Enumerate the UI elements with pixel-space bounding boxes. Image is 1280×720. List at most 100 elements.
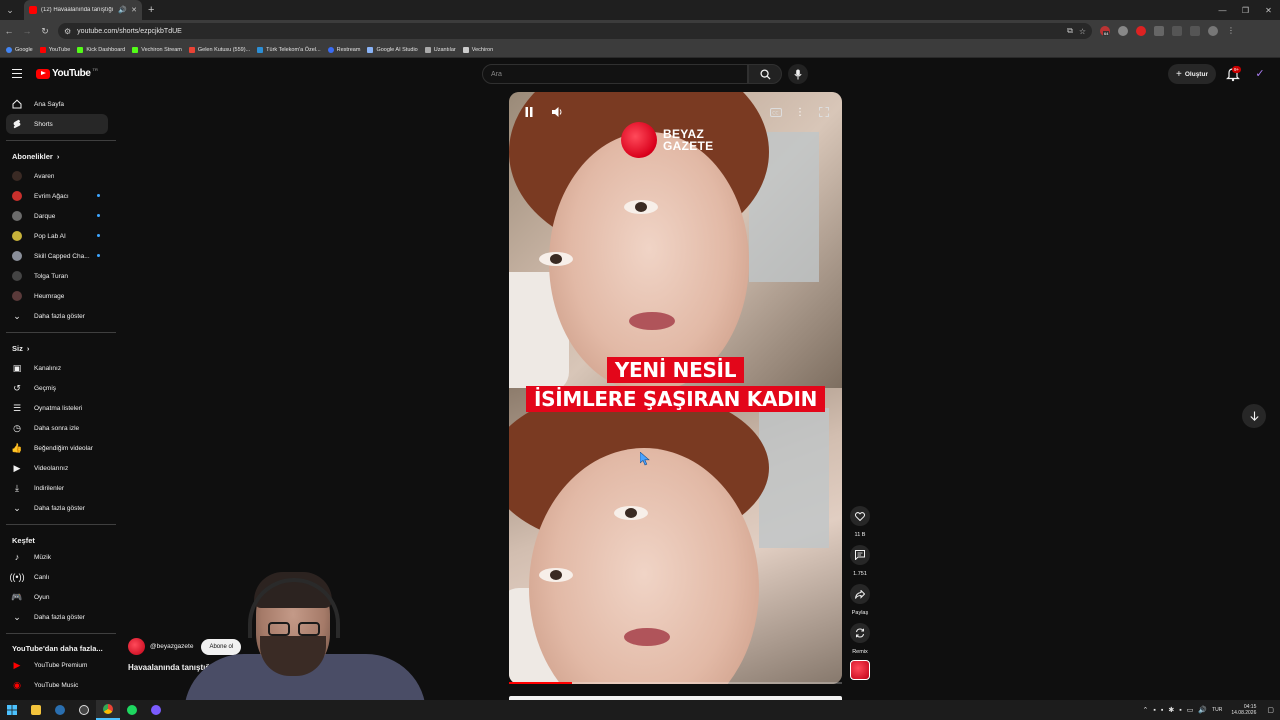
search-button[interactable] bbox=[748, 64, 782, 84]
sidebar-item-subscription[interactable]: Tolga Turan bbox=[6, 266, 108, 286]
more-options-button[interactable]: ⋮ bbox=[790, 102, 810, 122]
browser-tab-active[interactable]: (12) Havaalanında tanıştığı 🔊 ✕ bbox=[24, 0, 142, 20]
sidebar-item-watch-later[interactable]: ◷ Daha sonra izle bbox=[6, 418, 108, 438]
bookmark-youtube[interactable]: YouTube bbox=[39, 46, 70, 53]
bookmark-gmail[interactable]: Gelen Kutusu (559)... bbox=[188, 46, 250, 53]
tab-close-icon[interactable]: ✕ bbox=[131, 6, 137, 14]
comments-button[interactable] bbox=[850, 545, 870, 565]
reload-button[interactable]: ↻ bbox=[36, 20, 54, 42]
account-avatar[interactable]: ✓ bbox=[1253, 66, 1267, 80]
bookmark-restream[interactable]: Restream bbox=[327, 46, 360, 53]
share-button[interactable] bbox=[850, 584, 870, 604]
next-short-button[interactable] bbox=[1242, 404, 1266, 428]
browser-menu-icon[interactable]: ⋮ bbox=[1226, 26, 1236, 36]
sidebar-item-subscription[interactable]: Avaren bbox=[6, 166, 108, 186]
create-button[interactable]: + Oluştur bbox=[1168, 64, 1216, 84]
taskbar-chrome[interactable] bbox=[96, 700, 120, 720]
minimize-button[interactable]: — bbox=[1211, 0, 1234, 20]
tray-app-icon[interactable]: ▪ bbox=[1161, 707, 1163, 714]
forward-button[interactable]: → bbox=[18, 20, 36, 42]
taskbar-steam[interactable] bbox=[48, 700, 72, 720]
sidebar-item-subscription[interactable]: Darque bbox=[6, 206, 108, 226]
sidebar-item-subscription[interactable]: Evrim Ağacı bbox=[6, 186, 108, 206]
start-button[interactable] bbox=[0, 700, 24, 720]
menu-hamburger-icon[interactable] bbox=[12, 69, 22, 80]
sidebar-item-home[interactable]: Ana Sayfa bbox=[6, 94, 108, 114]
site-info-icon[interactable]: ⚙ bbox=[64, 27, 71, 36]
like-button[interactable] bbox=[850, 506, 870, 526]
new-tab-button[interactable]: + bbox=[148, 4, 154, 16]
background-window bbox=[759, 408, 829, 548]
bookmark-extensions[interactable]: Uzantılar bbox=[424, 46, 456, 53]
channel-avatar[interactable] bbox=[128, 638, 145, 655]
taskbar-app[interactable] bbox=[144, 700, 168, 720]
sidebar-show-more-subscriptions[interactable]: ⌄ Daha fazla göster bbox=[6, 306, 108, 326]
install-app-icon[interactable]: ⧉ bbox=[1067, 26, 1073, 36]
address-bar[interactable]: ⚙ youtube.com/shorts/ezpcjkbTdUE ⧉ ☆ bbox=[58, 23, 1092, 39]
extensions-puzzle-icon[interactable] bbox=[1154, 26, 1164, 36]
pause-button[interactable] bbox=[519, 102, 539, 122]
sidebar-item-youtube-premium[interactable]: ▶ YouTube Premium bbox=[6, 655, 108, 675]
arrow-down-icon bbox=[1249, 411, 1259, 421]
bookmark-turk-telekom[interactable]: Türk Telekom'a Özel... bbox=[257, 46, 321, 53]
sidebar-item-subscription[interactable]: Skill Capped Cha... bbox=[6, 246, 108, 266]
bookmark-google[interactable]: Google bbox=[6, 46, 33, 53]
captions-button[interactable]: CC bbox=[766, 102, 786, 122]
tab-audio-icon[interactable]: 🔊 bbox=[118, 6, 127, 14]
tray-network-icon[interactable]: ▭ bbox=[1187, 706, 1194, 714]
bookmark-vechiron[interactable]: Vechiron bbox=[462, 46, 493, 53]
sidebar-show-more-explore[interactable]: ⌄ Daha fazla göster bbox=[6, 607, 108, 627]
youtube-logo[interactable]: YouTube TR bbox=[36, 67, 98, 79]
shorts-video-player[interactable]: BEYAZ GAZETE YENİ NESİL İSİMLERE ŞAŞIRAN … bbox=[509, 92, 842, 684]
sidebar-item-youtube-music[interactable]: ◉ YouTube Music bbox=[6, 675, 108, 695]
subscriptions-heading[interactable]: Abonelikler › bbox=[12, 152, 59, 161]
tray-app-icon[interactable]: ▪ bbox=[1179, 707, 1181, 714]
sidebar-item-your-channel[interactable]: ▣ Kanalınız bbox=[6, 358, 108, 378]
close-window-button[interactable]: ✕ bbox=[1257, 0, 1280, 20]
tray-volume-icon[interactable]: 🔊 bbox=[1198, 706, 1207, 714]
bookmark-kick[interactable]: Kick Dashboard bbox=[77, 46, 125, 53]
video-progress-bar[interactable] bbox=[509, 682, 842, 684]
volume-button[interactable] bbox=[547, 102, 567, 122]
notification-center-icon[interactable]: ▢ bbox=[1267, 706, 1274, 714]
search-input[interactable] bbox=[491, 70, 747, 78]
extension-icon[interactable]: 64 bbox=[1100, 26, 1110, 36]
maximize-button[interactable]: ❐ bbox=[1234, 0, 1257, 20]
sidebar-item-live[interactable]: ((•)) Canlı bbox=[6, 567, 108, 587]
tab-search-icon[interactable] bbox=[1172, 26, 1182, 36]
divider bbox=[6, 633, 116, 634]
download-icon[interactable] bbox=[1190, 26, 1200, 36]
sidebar-item-liked-videos[interactable]: 👍 Beğendiğim videolar bbox=[6, 438, 108, 458]
sidebar-item-subscription[interactable]: Pop Lab AI bbox=[6, 226, 108, 246]
audio-source-thumbnail[interactable] bbox=[850, 660, 870, 680]
sidebar-show-more-you[interactable]: ⌄ Daha fazla göster bbox=[6, 498, 108, 518]
sidebar-item-shorts[interactable]: Shorts bbox=[6, 114, 108, 134]
sidebar-item-playlists[interactable]: ☰ Oynatma listeleri bbox=[6, 398, 108, 418]
sidebar-item-music[interactable]: ♪ Müzik bbox=[6, 547, 108, 567]
bookmark-ai-studio[interactable]: Google AI Studio bbox=[367, 46, 418, 53]
sidebar-item-subscription[interactable]: Heumrage bbox=[6, 286, 108, 306]
bookmark-star-icon[interactable]: ☆ bbox=[1079, 27, 1086, 36]
taskbar-obs[interactable] bbox=[72, 700, 96, 720]
profile-avatar-icon[interactable] bbox=[1208, 26, 1218, 36]
tray-overflow-icon[interactable]: ⌃ bbox=[1143, 706, 1149, 714]
you-heading[interactable]: Siz › bbox=[12, 344, 29, 353]
sidebar-item-history[interactable]: ↺ Geçmiş bbox=[6, 378, 108, 398]
remix-button[interactable] bbox=[850, 623, 870, 643]
tray-bluetooth-icon[interactable]: ✱ bbox=[1168, 706, 1174, 714]
taskbar-clock[interactable]: 04:15 14.08.2026 bbox=[1231, 704, 1256, 716]
extension-icon[interactable] bbox=[1136, 26, 1146, 36]
tab-list-button[interactable]: ⌄ bbox=[0, 0, 20, 20]
tray-app-icon[interactable]: ▪ bbox=[1153, 707, 1155, 714]
taskbar-file-explorer[interactable] bbox=[24, 700, 48, 720]
voice-search-button[interactable] bbox=[788, 64, 808, 84]
fullscreen-button[interactable] bbox=[814, 102, 834, 122]
sidebar-item-your-videos[interactable]: ▶ Videolarınız bbox=[6, 458, 108, 478]
extension-icon[interactable] bbox=[1118, 26, 1128, 36]
input-language[interactable]: TUR bbox=[1212, 707, 1222, 713]
sidebar-item-downloads[interactable]: ⤓ İndirilenler bbox=[6, 478, 108, 498]
sidebar-item-gaming[interactable]: 🎮 Oyun bbox=[6, 587, 108, 607]
taskbar-spotify[interactable] bbox=[120, 700, 144, 720]
back-button[interactable]: ← bbox=[0, 20, 18, 42]
bookmark-kick-stream[interactable]: Vechiron Stream bbox=[132, 46, 182, 53]
